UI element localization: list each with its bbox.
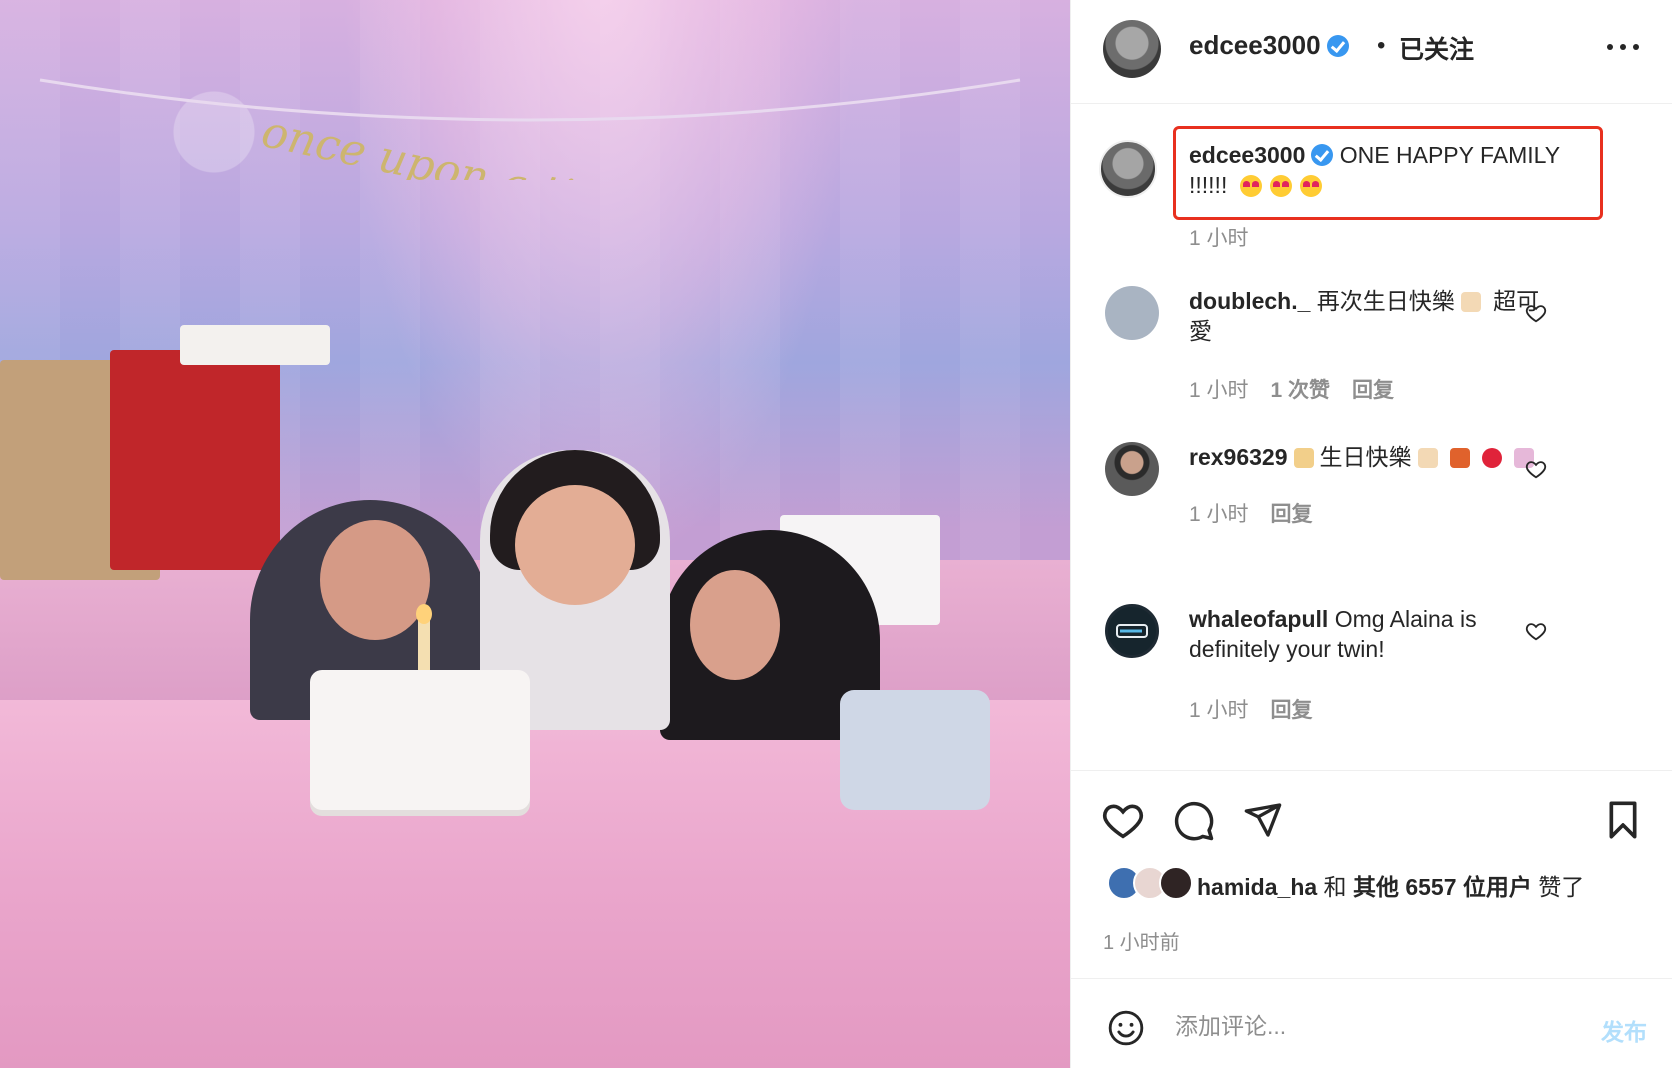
heart-eyes-emoji-icon — [1239, 175, 1262, 197]
post-header: edcee3000 • 已关注 — [1071, 0, 1672, 104]
likes-others-link[interactable]: 其他 6557 位用户 — [1353, 874, 1532, 900]
likes-suffix: 赞了 — [1531, 874, 1585, 900]
comment-body-2: definitely your twin! — [1189, 636, 1385, 662]
photo-cake — [310, 670, 530, 810]
liker-avatar[interactable] — [1159, 866, 1193, 900]
cake-slice-emoji-icon — [1293, 448, 1314, 468]
author-avatar[interactable] — [1103, 20, 1161, 78]
follow-status-button[interactable]: 已关注 — [1399, 30, 1474, 66]
comment-meta: 1 小时 回复 — [1189, 694, 1335, 724]
commenter-avatar[interactable] — [1105, 604, 1159, 658]
caption-text: edcee3000 ONE HAPPY FAMILY !!!!!! — [1189, 140, 1599, 200]
verified-badge-icon — [1326, 35, 1349, 57]
whale-logo-icon — [1116, 624, 1148, 638]
caption-body-2: !!!!!! — [1189, 172, 1228, 198]
separator-dot: • — [1377, 32, 1386, 59]
reply-button[interactable]: 回复 — [1271, 699, 1313, 722]
likes-connector: 和 — [1317, 874, 1353, 900]
balloon-emoji-icon — [1481, 448, 1502, 468]
comment-body: 生日快樂 — [1319, 444, 1412, 470]
like-heart-icon[interactable] — [1101, 800, 1145, 840]
caption-username[interactable]: edcee3000 — [1189, 142, 1305, 168]
verified-badge-icon — [1311, 144, 1334, 166]
likes-text: hamida_ha 和 其他 6557 位用户 赞了 — [1197, 868, 1584, 902]
comment-meta: 1 小时 回复 — [1189, 498, 1335, 528]
commenter-username[interactable]: rex96329 — [1189, 444, 1288, 470]
heart-eyes-emoji-icon — [1269, 175, 1292, 197]
comment-time: 1 小时 — [1189, 699, 1249, 722]
caption-body: ONE HAPPY FAMILY — [1339, 142, 1561, 168]
reply-button[interactable]: 回复 — [1352, 379, 1394, 402]
comment-body: Omg Alaina is — [1334, 606, 1477, 632]
post-time: 1 小时前 — [1103, 932, 1180, 954]
comment-composer: 发布 — [1071, 978, 1672, 1068]
birthday-cake-emoji-icon — [1460, 292, 1481, 312]
birthday-cake-emoji-icon — [1417, 448, 1438, 468]
post-side-panel: edcee3000 • 已关注 edcee3000 ONE HAPPY FAMI… — [1070, 0, 1672, 1068]
caption-author-avatar[interactable] — [1099, 140, 1157, 198]
commenter-username[interactable]: whaleofapull — [1189, 606, 1328, 632]
comment-input[interactable] — [1175, 1005, 1555, 1047]
liker-username[interactable]: hamida_ha — [1197, 874, 1317, 900]
comment-time: 1 小时 — [1189, 379, 1249, 402]
caption-time: 1 小时 — [1189, 227, 1249, 250]
photo-banner: once upon a time — [39, 78, 1021, 180]
gift-emoji-icon — [1449, 448, 1470, 468]
banner-text: once upon a time — [257, 106, 644, 180]
commenter-avatar[interactable] — [1105, 286, 1159, 340]
save-bookmark-icon[interactable] — [1605, 800, 1641, 840]
comment-like-heart-icon[interactable] — [1525, 302, 1547, 324]
post-photo[interactable]: once upon a time — [0, 0, 1070, 1068]
comment-body: 再次生日快樂 — [1316, 288, 1455, 314]
author-username[interactable]: edcee3000 — [1189, 30, 1349, 61]
photo-flame — [416, 604, 432, 624]
commenter-username[interactable]: doublech._ — [1189, 288, 1310, 314]
more-options-icon[interactable] — [1607, 42, 1639, 52]
photo-candle — [418, 620, 430, 670]
comment-like-heart-icon[interactable] — [1525, 458, 1547, 480]
comment-like-count[interactable]: 1 次赞 — [1271, 379, 1331, 402]
photo-plates — [840, 690, 990, 810]
author-username-text[interactable]: edcee3000 — [1189, 30, 1321, 60]
emoji-picker-icon[interactable] — [1107, 1009, 1145, 1047]
comment-text: rex96329 生日快樂 — [1189, 442, 1629, 472]
likes-summary: hamida_ha 和 其他 6557 位用户 赞了 — [1071, 866, 1672, 906]
comment-bubble-icon[interactable] — [1173, 800, 1215, 842]
comment-like-heart-icon[interactable] — [1525, 620, 1547, 642]
comment-meta: 1 小时 1 次赞 回复 — [1189, 374, 1416, 404]
commenter-avatar[interactable] — [1105, 442, 1159, 496]
action-bar-divider — [1071, 770, 1672, 771]
comment-body-3: 愛 — [1189, 318, 1212, 344]
photo-gift-bag — [110, 350, 280, 570]
reply-button[interactable]: 回复 — [1271, 503, 1313, 526]
post-comment-button[interactable]: 发布 — [1601, 1013, 1647, 1047]
share-paper-plane-icon[interactable] — [1243, 800, 1283, 840]
photo-gift-bag — [180, 325, 330, 365]
heart-eyes-emoji-icon — [1299, 175, 1322, 197]
comment-time: 1 小时 — [1189, 503, 1249, 526]
